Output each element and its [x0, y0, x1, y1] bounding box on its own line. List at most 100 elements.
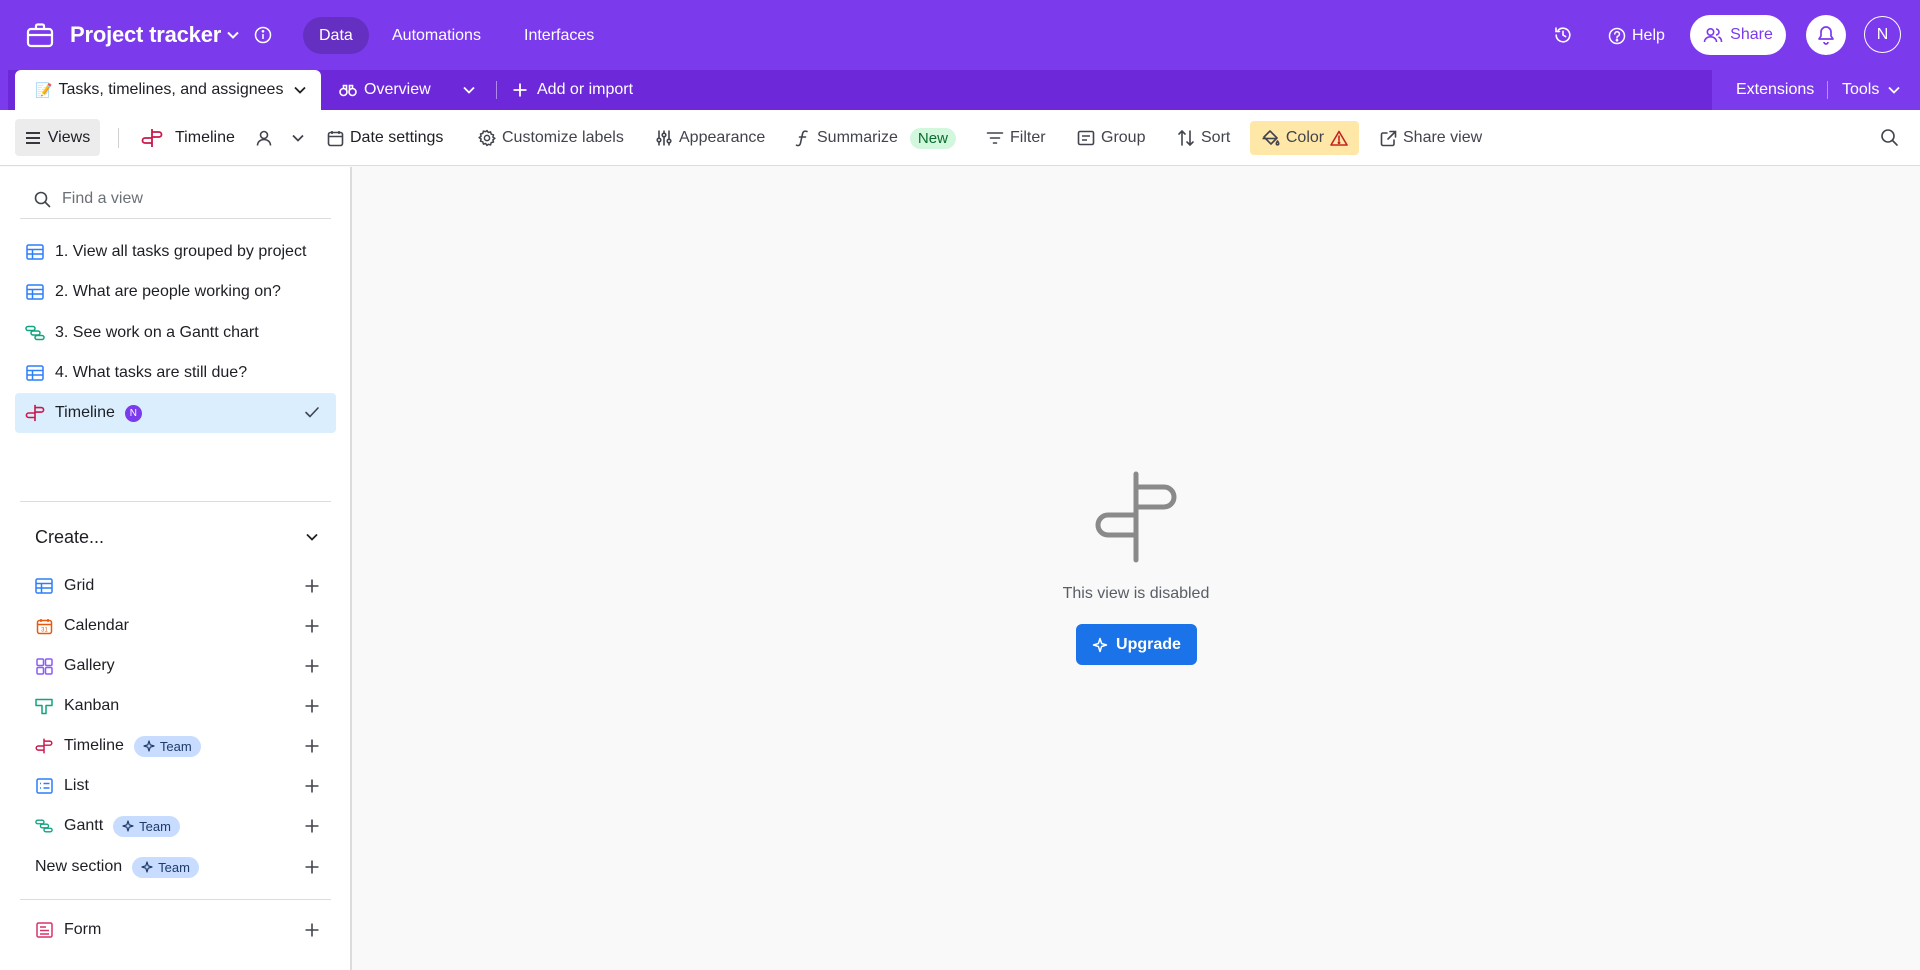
create-item-label: Form: [64, 921, 102, 938]
chevron-down-icon[interactable]: [226, 28, 240, 42]
current-view-switcher[interactable]: Timeline: [141, 126, 305, 150]
sparkle-icon: [141, 861, 153, 873]
create-item-label: Grid: [64, 577, 95, 594]
memo-emoji-icon: 📝: [35, 81, 53, 98]
views-sidebar: 1. View all tasks grouped by project 2. …: [0, 167, 352, 970]
create-timeline-button[interactable]: Timeline Team: [35, 730, 320, 762]
plus-icon: [304, 698, 320, 714]
view-label: 3. See work on a Gantt chart: [55, 324, 259, 341]
gantt-icon: [25, 323, 45, 343]
more-tables-chevron-icon[interactable]: [461, 82, 477, 98]
info-icon[interactable]: [254, 26, 272, 44]
date-settings-button[interactable]: Date settings: [327, 126, 443, 150]
color-button[interactable]: Color: [1250, 121, 1359, 155]
team-badge-label: Team: [139, 818, 171, 834]
summarize-button[interactable]: Summarize New: [795, 126, 956, 150]
user-avatar[interactable]: N: [1864, 16, 1901, 53]
sort-icon: [1177, 129, 1195, 147]
sidebar-view-item[interactable]: 1. View all tasks grouped by project: [15, 232, 336, 272]
nav-data[interactable]: Data: [303, 17, 369, 54]
function-icon: [795, 129, 811, 147]
date-settings-label: Date settings: [350, 129, 444, 146]
sidebar-view-item[interactable]: 4. What tasks are still due?: [15, 353, 336, 393]
share-view-label: Share view: [1403, 129, 1483, 146]
create-section-toggle[interactable]: Create...: [35, 523, 320, 551]
grid-icon: [35, 577, 53, 595]
sliders-icon: [655, 129, 673, 147]
svg-text:31: 31: [41, 627, 48, 633]
upgrade-button[interactable]: Upgrade: [1076, 624, 1197, 665]
view-disabled-message: This view is disabled: [1062, 585, 1210, 602]
create-form-button[interactable]: Form: [35, 914, 320, 946]
plus-icon: [304, 578, 320, 594]
calendar-icon: 31: [35, 617, 53, 635]
view-label: Timeline: [55, 404, 115, 421]
tab-overview[interactable]: Overview: [339, 78, 431, 102]
chevron-down-icon: [291, 131, 305, 145]
bell-icon: [1817, 25, 1835, 45]
nav-automations[interactable]: Automations: [376, 17, 497, 54]
views-button[interactable]: Views: [15, 119, 100, 156]
upgrade-label: Upgrade: [1116, 635, 1181, 653]
plus-icon: [512, 82, 528, 98]
extensions-button[interactable]: Extensions: [1736, 78, 1814, 102]
sidebar-divider: [20, 501, 331, 502]
tools-button[interactable]: Tools: [1842, 78, 1901, 102]
binoculars-icon: [339, 83, 357, 97]
create-kanban-button[interactable]: Kanban: [35, 690, 320, 722]
briefcase-icon[interactable]: [26, 22, 54, 48]
search-icon[interactable]: [1880, 128, 1899, 147]
team-badge: Team: [132, 856, 199, 878]
share-view-button[interactable]: Share view: [1380, 126, 1482, 150]
add-or-import-label: Add or import: [537, 81, 634, 98]
appearance-label: Appearance: [679, 129, 766, 146]
customize-labels-button[interactable]: Customize labels: [478, 126, 624, 150]
table-tab-bar: 📝 Tasks, timelines, and assignees Overvi…: [0, 70, 1920, 110]
filter-button[interactable]: Filter: [986, 126, 1046, 150]
sidebar-divider: [20, 899, 331, 900]
main-view-area: This view is disabled Upgrade: [352, 167, 1920, 970]
view-toolbar: Views Timeline Date settings Customize l…: [0, 110, 1920, 166]
toolbar-divider: [118, 128, 119, 148]
nav-interfaces[interactable]: Interfaces: [508, 17, 610, 54]
find-view-input[interactable]: [62, 185, 322, 213]
add-or-import-button[interactable]: Add or import: [512, 78, 633, 102]
warning-icon: [1330, 130, 1348, 146]
group-label: Group: [1101, 129, 1146, 146]
base-name[interactable]: Project tracker: [70, 22, 221, 48]
create-item-label: Gallery: [64, 657, 115, 674]
sort-button[interactable]: Sort: [1177, 126, 1230, 150]
create-calendar-button[interactable]: 31 Calendar: [35, 610, 320, 642]
create-label: Create...: [35, 526, 105, 547]
share-button[interactable]: Share: [1690, 15, 1786, 55]
create-list-button[interactable]: List: [35, 770, 320, 802]
appearance-button[interactable]: Appearance: [655, 126, 765, 150]
sparkle-icon: [122, 820, 134, 832]
external-link-icon: [1380, 130, 1397, 147]
timeline-icon: [35, 737, 53, 755]
tab-tasks-table[interactable]: 📝 Tasks, timelines, and assignees: [15, 70, 321, 110]
gallery-icon: [35, 657, 53, 675]
history-icon[interactable]: [1553, 25, 1573, 45]
help-button[interactable]: Help: [1608, 24, 1665, 48]
create-gantt-button[interactable]: Gantt Team: [35, 810, 320, 842]
chevron-down-icon[interactable]: [293, 83, 307, 97]
create-new-section-button[interactable]: New section Team: [35, 851, 320, 883]
notifications-button[interactable]: [1806, 15, 1846, 55]
form-icon: [35, 921, 53, 939]
list-icon: [35, 777, 53, 795]
plus-icon: [304, 859, 320, 875]
kanban-icon: [35, 697, 53, 715]
create-gallery-button[interactable]: Gallery: [35, 650, 320, 682]
sidebar-view-item[interactable]: 2. What are people working on?: [15, 272, 336, 312]
sidebar-view-item-active[interactable]: Timeline N: [15, 393, 336, 433]
person-icon: [255, 129, 273, 147]
group-button[interactable]: Group: [1077, 126, 1145, 150]
sidebar-view-item[interactable]: 3. See work on a Gantt chart: [15, 313, 336, 353]
chevron-down-icon: [304, 529, 320, 545]
customize-labels-label: Customize labels: [502, 129, 624, 146]
grid-icon: [25, 282, 45, 302]
create-grid-button[interactable]: Grid: [35, 570, 320, 602]
help-icon: [1608, 27, 1626, 45]
timeline-icon: [1090, 471, 1182, 563]
